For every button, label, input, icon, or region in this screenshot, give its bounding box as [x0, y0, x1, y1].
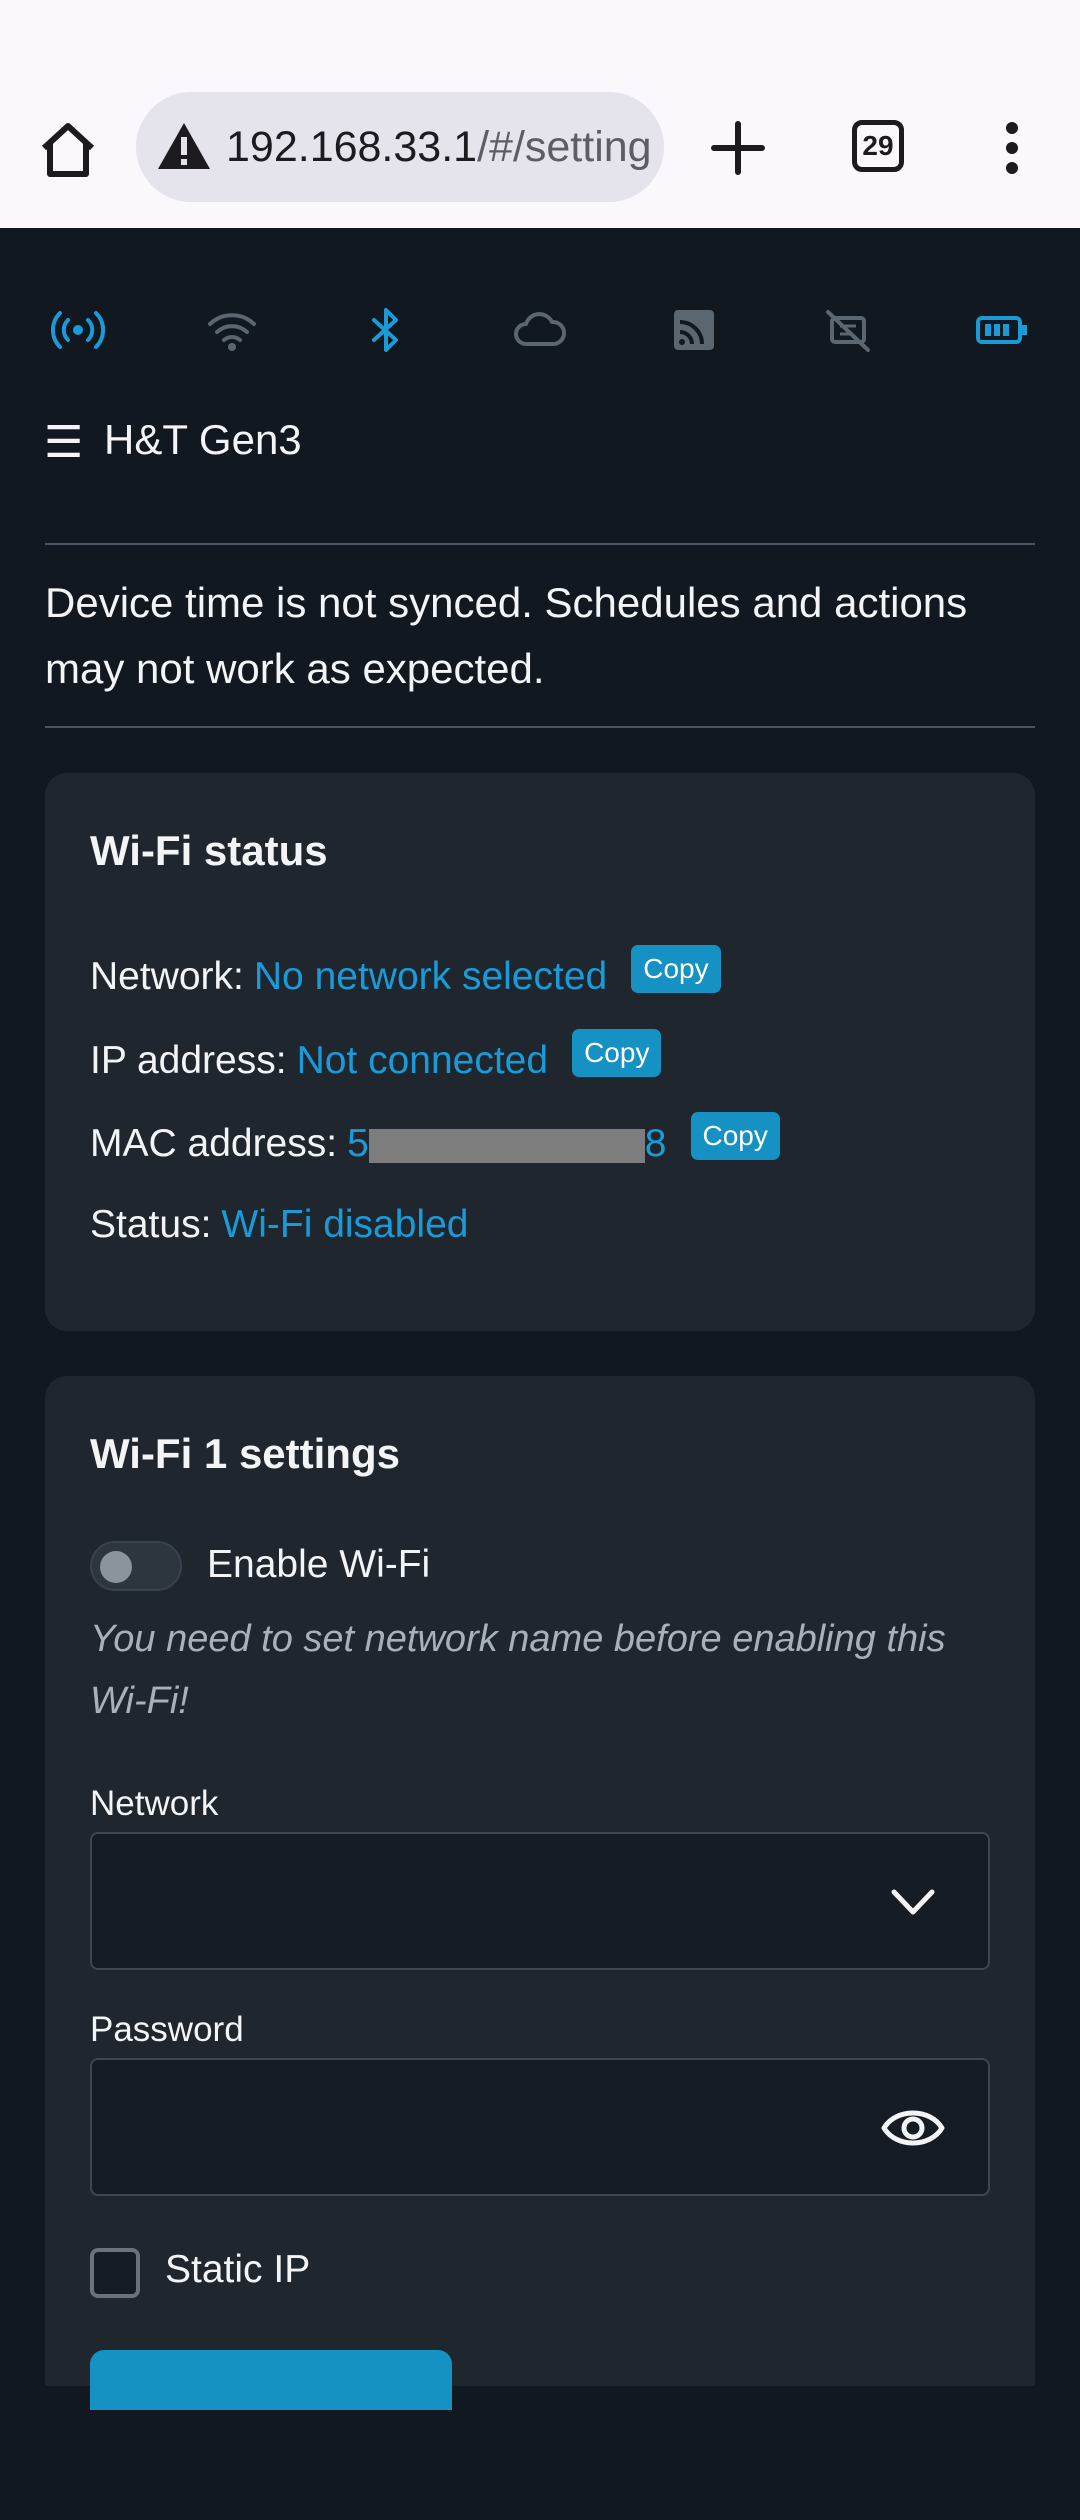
wifi1-settings-title: Wi-Fi 1 settings [90, 1430, 400, 1477]
status-icon-bar [0, 300, 1080, 360]
app-title: H&T Gen3 [104, 416, 302, 463]
warning-icon[interactable] [156, 119, 212, 175]
mac-value: 58 [347, 1122, 666, 1166]
ip-row: IP address: Not connected Copy [90, 1029, 662, 1085]
divider [45, 543, 1035, 545]
toggle-knob [100, 1551, 132, 1583]
mac-redaction [368, 1128, 645, 1163]
mac-row: MAC address: 58 Copy [90, 1112, 780, 1168]
mac-end: 8 [644, 1122, 667, 1165]
browser-toolbar: 192.168.33.1/#/setting 29 [0, 0, 1080, 228]
mac-label: MAC address: [90, 1122, 338, 1165]
broadcast-icon [50, 311, 106, 349]
copy-ip-button[interactable]: Copy [572, 1029, 662, 1077]
network-select[interactable] [90, 1832, 990, 1970]
more-vert-icon[interactable] [990, 118, 1034, 178]
wifi-status-title: Wi-Fi status [90, 827, 328, 874]
wifi-icon [208, 313, 256, 351]
menu-icon[interactable]: ☰ [44, 420, 84, 466]
wifi1-settings-card: Wi-Fi 1 settings Enable Wi-Fi You need t… [45, 1376, 1035, 2410]
enable-wifi-label: Enable Wi-Fi [207, 1543, 431, 1586]
time-sync-notice: Device time is not synced. Schedules and… [45, 579, 968, 692]
new-tab-icon[interactable] [708, 118, 768, 178]
rss-icon [674, 310, 714, 350]
enable-wifi-toggle[interactable] [90, 1541, 182, 1591]
save-button[interactable] [90, 2350, 452, 2410]
battery-icon [976, 316, 1027, 344]
network-row: Network: No network selected Copy [90, 945, 721, 1001]
copy-mac-button[interactable]: Copy [690, 1112, 780, 1160]
wifi-status-card: Wi-Fi status Network: No network selecte… [45, 773, 1035, 1331]
url-host: 192.168.33.1 [226, 122, 478, 171]
tab-switcher-button[interactable]: 29 [852, 120, 904, 172]
wifi-enable-hint: You need to set network name before enab… [90, 1618, 946, 1722]
static-ip-checkbox[interactable] [90, 2248, 140, 2298]
mac-start: 5 [347, 1122, 369, 1165]
eye-icon[interactable] [880, 2098, 946, 2158]
url-path: /#/setting [477, 122, 652, 171]
ip-label: IP address: [90, 1039, 287, 1082]
url-text: 192.168.33.1/#/setting [226, 123, 652, 172]
chevron-down-icon [891, 1889, 935, 1915]
address-bar[interactable]: 192.168.33.1/#/setting [136, 92, 664, 202]
status-row: Status: Wi-Fi disabled [90, 1203, 468, 1247]
divider [45, 726, 1035, 728]
static-ip-label: Static IP [165, 2248, 311, 2291]
network-label: Network: [90, 955, 244, 998]
copy-network-button[interactable]: Copy [631, 945, 721, 993]
tab-count: 29 [862, 130, 894, 161]
status-label: Status: [90, 1203, 212, 1246]
home-icon[interactable] [36, 118, 100, 182]
cloud-icon [514, 312, 567, 346]
password-field-label: Password [90, 2010, 244, 2049]
ethernet-off-icon [826, 310, 870, 352]
ip-value: Not connected [296, 1039, 549, 1082]
bluetooth-icon [372, 308, 398, 352]
network-field-label: Network [90, 1784, 219, 1823]
network-value: No network selected [253, 955, 608, 998]
password-input[interactable] [90, 2058, 990, 2196]
status-value: Wi-Fi disabled [221, 1203, 469, 1246]
